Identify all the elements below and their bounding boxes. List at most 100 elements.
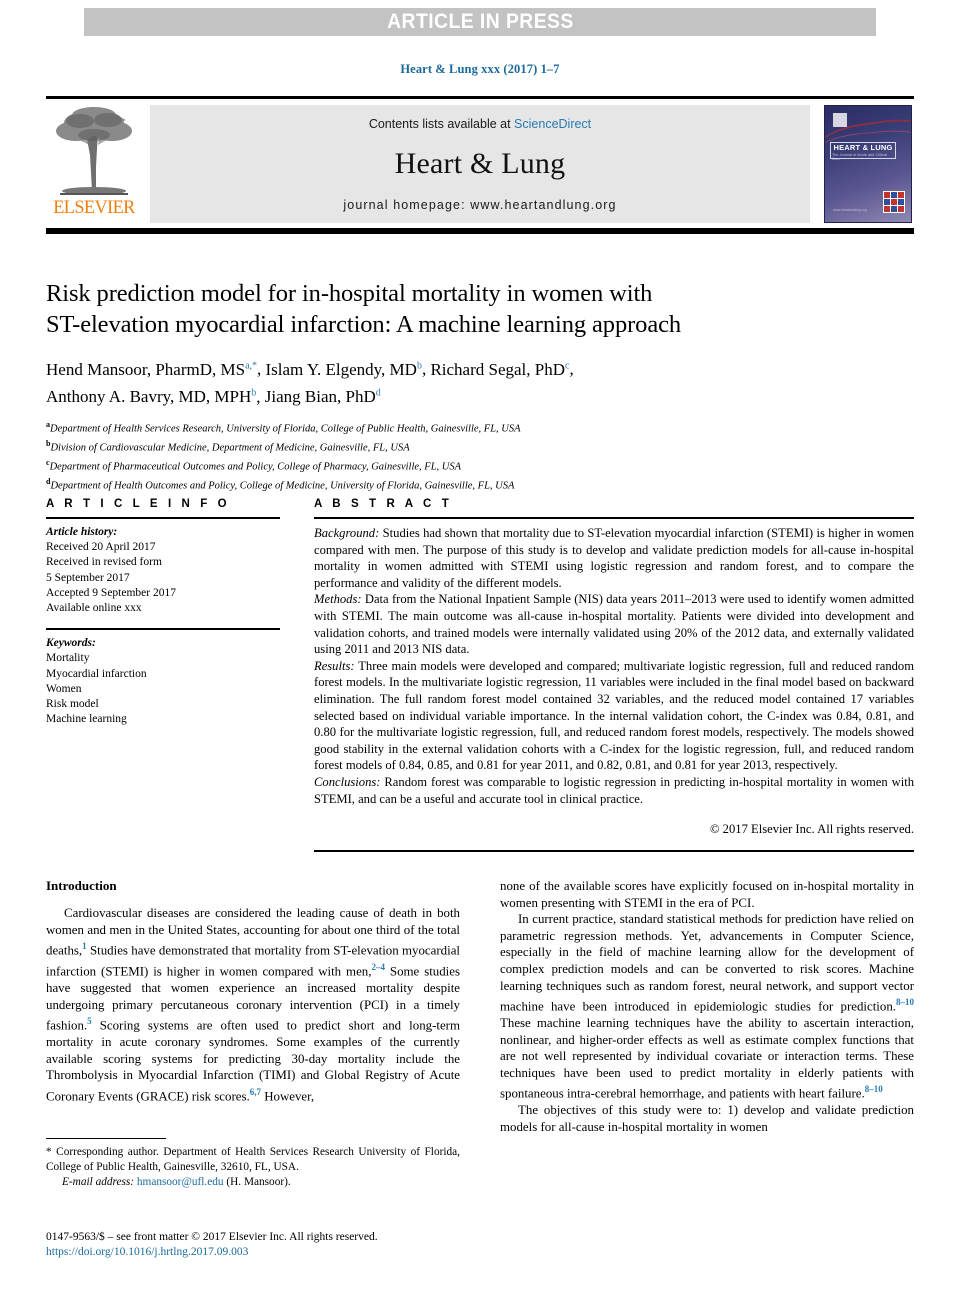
article-title-line2: ST-elevation myocardial infarction: A ma… (46, 311, 682, 338)
affiliation-item: bDivision of Cardiovascular Medicine, De… (46, 437, 914, 456)
introduction-heading: Introduction (46, 878, 117, 893)
keyword-item: Women (46, 682, 82, 695)
keyword-item: Risk model (46, 698, 99, 711)
article-info-column: A R T I C L E I N F O Article history: R… (46, 498, 314, 852)
article-title: Risk prediction model for in-hospital mo… (46, 278, 914, 340)
abstract-section-text: Random forest was comparable to logistic… (314, 774, 914, 806)
info-abstract-region: A R T I C L E I N F O Article history: R… (46, 498, 914, 852)
keyword-item: Myocardial infarction (46, 667, 147, 680)
affiliation-text: Department of Health Outcomes and Policy… (50, 480, 515, 492)
author-name: Hend Mansoor, PharmD, MS (46, 359, 246, 379)
affiliation-item: aDepartment of Health Services Research,… (46, 418, 914, 437)
author-name: Anthony A. Bavry, MD, MPH (46, 387, 252, 407)
issn-line: 0147-9563/$ – see front matter © 2017 El… (46, 1231, 378, 1243)
journal-info-box: Contents lists available at ScienceDirec… (150, 105, 810, 223)
abstract-section-text: Three main models were developed and com… (314, 658, 914, 773)
abstract-section-label: Conclusions: (314, 774, 381, 789)
email-link[interactable]: hmansoor@ufl.edu (137, 1176, 224, 1188)
corresponding-author-note: * Corresponding author. Department of He… (46, 1146, 460, 1173)
abstract-section: Conclusions: Random forest was comparabl… (314, 774, 914, 807)
imprint-block: 0147-9563/$ – see front matter © 2017 El… (46, 1230, 546, 1260)
abstract-section-text: Data from the National Inpatient Sample … (314, 592, 914, 657)
abstract-section: Results: Three main models were develope… (314, 658, 914, 774)
abstract-body: Background: Studies had shown that morta… (314, 525, 914, 838)
article-history-item: Accepted 9 September 2017 (46, 586, 176, 599)
abstract-column: A B S T R A C T Background: Studies had … (314, 498, 914, 852)
running-head: Heart & Lung xxx (2017) 1–7 (400, 62, 560, 76)
article-history-label: Article history: (46, 526, 118, 538)
author-affiliation-mark: a,* (245, 360, 258, 371)
author-name: Islam Y. Elgendy, MD (265, 359, 417, 379)
affiliation-text: Department of Health Services Research, … (50, 423, 521, 435)
body-column-right: none of the available scores have explic… (500, 878, 914, 1136)
abstract-section: Background: Studies had shown that morta… (314, 525, 914, 591)
keywords-rule (46, 628, 280, 631)
author-list: Hend Mansoor, PharmD, MSa,*, Islam Y. El… (46, 359, 574, 407)
affiliation-list: aDepartment of Health Services Research,… (46, 418, 914, 494)
author-affiliation-mark: c (565, 360, 570, 371)
affiliation-text: Department of Pharmaceutical Outcomes an… (49, 461, 462, 473)
author-name: Jiang Bian, PhD (264, 387, 376, 407)
footnote-area: * Corresponding author. Department of He… (46, 1138, 460, 1189)
keyword-item: Machine learning (46, 713, 127, 726)
abstract-section-text: Studies had shown that mortality due to … (314, 526, 914, 590)
affiliation-text: Division of Cardiovascular Medicine, Dep… (50, 442, 410, 454)
introduction-paragraph-continued: none of the available scores have explic… (500, 879, 914, 910)
keyword-item: Mortality (46, 652, 90, 665)
author-item: Anthony A. Bavry, MD, MPHb (46, 387, 256, 406)
article-history-item: Received 20 April 2017 (46, 541, 156, 554)
cover-mosaic-icon (883, 191, 905, 213)
header-rule-top (46, 96, 914, 99)
author-item: Islam Y. Elgendy, MDb (266, 360, 422, 379)
contents-prefix: Contents lists available at (368, 117, 515, 131)
keywords-label: Keywords: (46, 637, 96, 650)
elsevier-logo: ELSEVIER (48, 105, 140, 223)
article-info-rule (46, 517, 280, 519)
abstract-rule-bottom (314, 849, 914, 852)
introduction-paragraph: The objectives of this study were to: 1)… (500, 1103, 914, 1134)
sciencedirect-link[interactable]: ScienceDirect (514, 117, 591, 131)
body-columns: Introduction Cardiovascular diseases are… (46, 878, 914, 1278)
author-affiliation-mark: b (251, 387, 257, 399)
abstract-copyright: © 2017 Elsevier Inc. All rights reserved… (709, 822, 914, 837)
keywords-block: Keywords: Mortality Myocardial infarctio… (46, 636, 314, 727)
article-in-press-label: ARTICLE IN PRESS (386, 10, 574, 33)
abstract-rule-top (314, 517, 914, 519)
email-label: E-mail address: (62, 1175, 135, 1188)
article-history-item: 5 September 2017 (46, 571, 130, 584)
email-note: E-mail address: hmansoor@ufl.edu (H. Man… (46, 1175, 460, 1190)
article-page: ARTICLE IN PRESS Heart & Lung xxx (2017)… (0, 0, 960, 1305)
cover-subtitle-text: The Journal of Acute and Critical Care (832, 153, 888, 161)
abstract-section-label: Background: (314, 526, 380, 540)
article-history-block: Article history: Received 20 April 2017 … (46, 525, 314, 616)
abstract-section-label: Results: (314, 658, 355, 673)
article-title-line1: Risk prediction model for in-hospital mo… (46, 280, 653, 307)
article-in-press-banner: ARTICLE IN PRESS (84, 8, 876, 36)
header-rule-bottom (46, 228, 914, 234)
email-owner: (H. Mansoor). (226, 1175, 291, 1188)
elsevier-wordmark: ELSEVIER (53, 197, 135, 218)
info-abstract-headings: A R T I C L E I N F O Article history: R… (46, 498, 914, 852)
elsevier-tree-icon (56, 107, 132, 195)
journal-header: ELSEVIER Contents lists available at Sci… (46, 96, 914, 234)
journal-cover-thumbnail: HEART & LUNG The Journal of Acute and Cr… (824, 105, 912, 223)
introduction-paragraph: Cardiovascular diseases are considered t… (46, 906, 460, 1104)
contents-available-line: Contents lists available at ScienceDirec… (150, 117, 810, 131)
introduction-paragraph: In current practice, standard statistica… (500, 912, 914, 1101)
journal-title: Heart & Lung (394, 147, 566, 180)
author-affiliation-mark: b (416, 360, 422, 371)
doi-link[interactable]: https://doi.org/10.1016/j.hrtlng.2017.09… (46, 1246, 248, 1258)
footnote-rule (46, 1138, 166, 1140)
author-affiliation-mark: d (375, 387, 381, 399)
author-item: Richard Segal, PhDc (430, 360, 569, 379)
affiliation-item: cDepartment of Pharmaceutical Outcomes a… (46, 456, 914, 475)
cover-title-text: HEART & LUNG (833, 143, 893, 152)
body-column-left: Introduction Cardiovascular diseases are… (46, 878, 460, 1105)
author-item: Jiang Bian, PhDd (265, 387, 381, 406)
article-history-item: Available online xxx (46, 602, 142, 615)
title-block: Risk prediction model for in-hospital mo… (46, 278, 914, 494)
abstract-heading: A B S T R A C T (314, 498, 453, 510)
article-info-heading: A R T I C L E I N F O (46, 498, 231, 510)
abstract-section: Methods: Data from the National Inpatien… (314, 591, 914, 657)
journal-homepage[interactable]: journal homepage: www.heartandlung.org (150, 198, 810, 212)
